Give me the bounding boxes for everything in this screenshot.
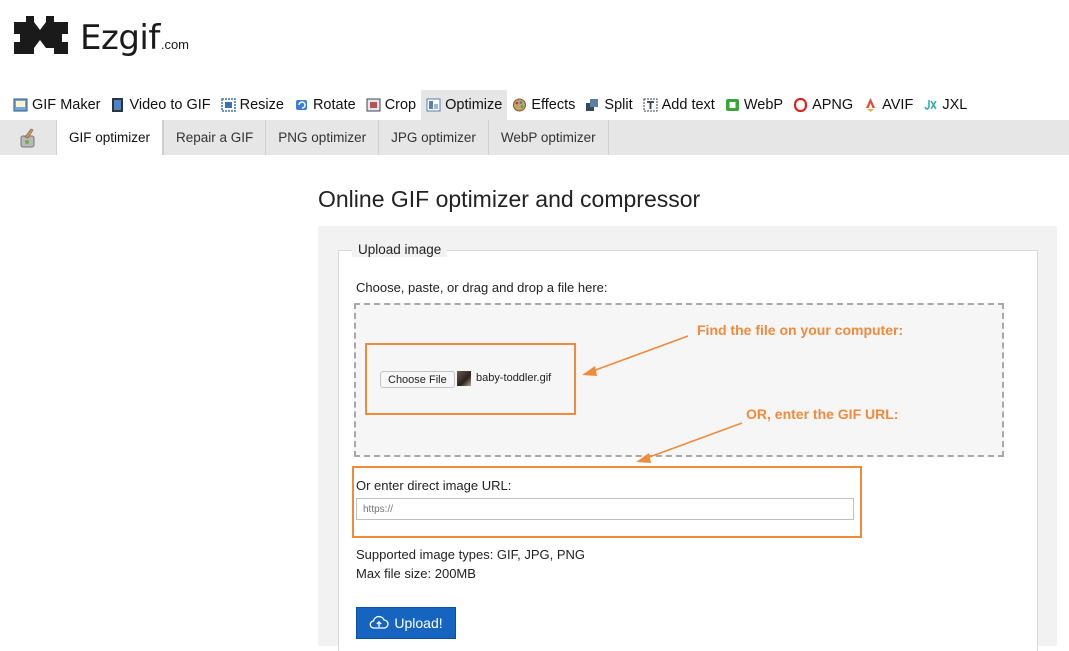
nav-label: WebP [743, 97, 784, 113]
optimize-icon [426, 98, 441, 112]
nav-split[interactable]: Split [580, 90, 637, 120]
nav-label: Crop [384, 97, 417, 113]
nav-label: Add text [661, 97, 715, 113]
nav-label: GIF Maker [32, 97, 101, 113]
apng-icon [793, 98, 808, 112]
rotate-icon [295, 100, 307, 110]
max-file-size: Max file size: 200MB [356, 566, 476, 581]
nav-label: Rotate [312, 97, 356, 113]
add-text-icon [643, 98, 658, 112]
nav-video-to-gif[interactable]: Video to GIF [105, 90, 215, 120]
image-url-input[interactable] [356, 498, 854, 520]
sub-nav: GIF optimizer Repair a GIF PNG optimizer… [0, 120, 1069, 155]
nav-label: Video to GIF [129, 97, 211, 113]
avif-icon [866, 98, 876, 112]
nav-label: Optimize [445, 97, 503, 113]
nav-label: JXL [942, 97, 968, 113]
gif-maker-icon [13, 98, 28, 112]
upload-button[interactable]: Upload! [356, 607, 456, 639]
resize-icon [220, 98, 236, 112]
subtab-png-optimizer[interactable]: PNG optimizer [265, 120, 378, 155]
selected-file-name: baby-toddler.gif [476, 372, 552, 384]
page-title: Online GIF optimizer and compressor [318, 186, 701, 212]
choose-file-label: Choose, paste, or drag and drop a file h… [356, 280, 608, 295]
nav-label: AVIF [882, 97, 914, 113]
nav-effects[interactable]: Effects [507, 90, 580, 120]
paint-brush-icon [20, 128, 35, 147]
brand-domain: .com [160, 37, 189, 52]
nav-resize[interactable]: Resize [216, 90, 289, 120]
nav-apng[interactable]: APNG [788, 90, 858, 120]
nav-label: Effects [531, 97, 576, 113]
cloud-upload-icon [369, 615, 389, 629]
url-label: Or enter direct image URL: [356, 478, 512, 493]
subtab-repair-gif[interactable]: Repair a GIF [163, 120, 265, 155]
optimize-section-icon [0, 120, 56, 155]
upload-legend: Upload image [352, 242, 448, 257]
upload-button-label: Upload! [394, 615, 443, 631]
video-to-gif-icon [112, 98, 124, 112]
annotation-find-file: Find the file on your computer: [697, 322, 904, 338]
choose-file-button[interactable]: Choose File [380, 371, 455, 388]
nav-label: Resize [239, 97, 284, 113]
puzzle-logo-icon [14, 16, 68, 54]
effects-icon [513, 98, 527, 112]
annotation-enter-url: OR, enter the GIF URL: [746, 406, 899, 422]
crop-icon [366, 98, 381, 112]
main-nav: GIF Maker Video to GIF Resize Rotate Cro… [8, 90, 972, 120]
nav-gif-maker[interactable]: GIF Maker [8, 90, 105, 120]
subtab-jpg-optimizer[interactable]: JPG optimizer [378, 120, 488, 155]
nav-crop[interactable]: Crop [361, 90, 421, 120]
webp-icon [725, 99, 739, 111]
nav-rotate[interactable]: Rotate [289, 90, 361, 120]
subtab-gif-optimizer[interactable]: GIF optimizer [56, 120, 164, 155]
nav-optimize[interactable]: Optimize [421, 90, 508, 120]
jxl-icon [924, 100, 937, 110]
split-icon [586, 99, 599, 111]
nav-jxl[interactable]: JXL [918, 90, 972, 120]
nav-label: APNG [812, 97, 854, 113]
nav-avif[interactable]: AVIF [858, 90, 918, 120]
nav-label: Split [604, 97, 633, 113]
supported-types: Supported image types: GIF, JPG, PNG [356, 547, 586, 562]
brand-name: Ezgif [80, 18, 160, 58]
file-thumbnail [457, 371, 471, 386]
nav-webp[interactable]: WebP [720, 90, 788, 120]
ezgif-logo[interactable]: Ezgif .com [12, 10, 189, 58]
nav-add-text[interactable]: Add text [638, 90, 720, 120]
subtab-webp-optimizer[interactable]: WebP optimizer [487, 120, 609, 155]
